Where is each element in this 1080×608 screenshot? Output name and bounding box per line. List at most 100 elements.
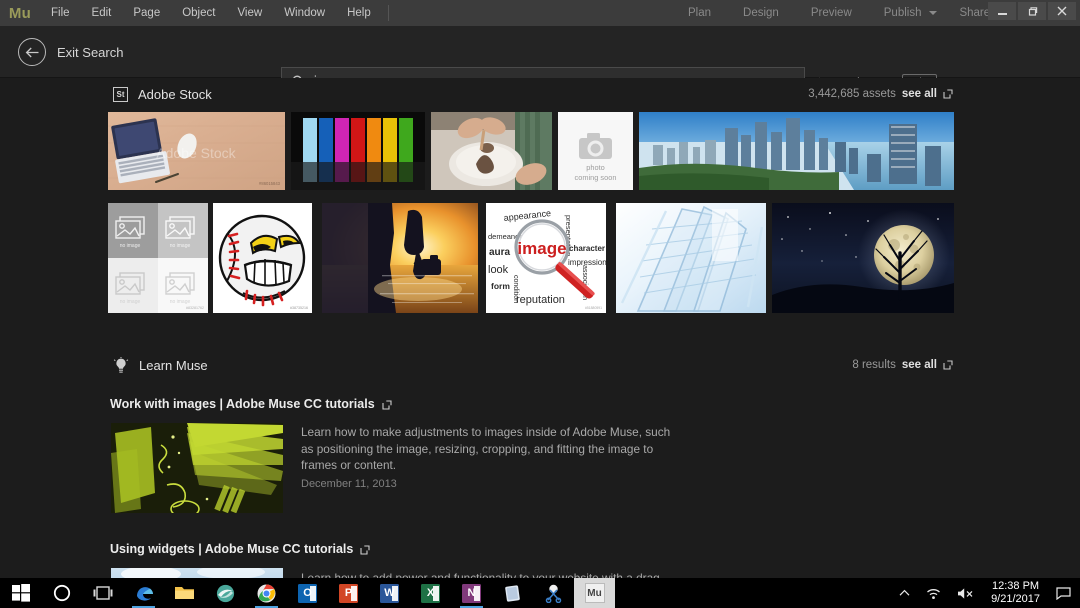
colorful-display-panels — [291, 112, 425, 190]
svg-text:reputation: reputation — [516, 294, 565, 306]
menu-item-object[interactable]: Object — [171, 0, 226, 26]
clock[interactable]: 12:38 PM 9/21/2017 — [983, 580, 1048, 606]
system-tray: 12:38 PM 9/21/2017 — [892, 578, 1080, 608]
stock-thumb-angry-baseball[interactable]: #38735216 — [213, 203, 312, 313]
edge-taskbar-icon[interactable] — [123, 578, 164, 608]
onenote-letter: N — [468, 587, 476, 599]
clock-time: 12:38 PM — [991, 580, 1040, 593]
exit-search-button[interactable]: Exit Search — [18, 38, 123, 66]
svg-text:condition: condition — [512, 275, 519, 303]
learn-muse-count: 8 results — [852, 359, 895, 371]
cortana-circle-icon — [53, 584, 71, 602]
svg-text:aura: aura — [489, 247, 511, 258]
action-center-button[interactable] — [1050, 578, 1076, 608]
miami-skyline-aerial — [639, 112, 954, 190]
chevron-down-icon[interactable] — [929, 11, 937, 15]
stock-thumb-moon-night[interactable] — [772, 203, 954, 313]
outlook-taskbar-icon[interactable]: O — [287, 578, 328, 608]
menu-bar: File Edit Page Object View Window Help — [40, 0, 395, 26]
mode-plan[interactable]: Plan — [672, 0, 727, 26]
mode-publish[interactable]: Publish — [868, 0, 938, 26]
stock-thumb-miami-skyline[interactable] — [639, 112, 954, 190]
photographer-silhouette-sunset — [322, 203, 478, 313]
learn-muse-see-all[interactable]: see all — [902, 359, 937, 371]
menu-item-help[interactable]: Help — [336, 0, 382, 26]
task-view-button[interactable] — [82, 578, 123, 608]
muse-tile: Mu — [585, 583, 605, 603]
back-arrow-icon — [18, 38, 46, 66]
olive-green-abstract-graphic — [111, 423, 283, 513]
mode-preview[interactable]: Preview — [795, 0, 868, 26]
learn-item-title-2[interactable]: Using widgets | Adobe Muse CC tutorials — [110, 542, 370, 556]
word-taskbar-icon[interactable]: W — [369, 578, 410, 608]
onenote-taskbar-icon[interactable]: N — [451, 578, 492, 608]
network-tray-icon[interactable] — [919, 578, 948, 608]
excel-tile: X — [421, 584, 440, 603]
menu-item-window[interactable]: Window — [273, 0, 336, 26]
show-hidden-icons-button[interactable] — [892, 578, 917, 608]
photo-coming-soon-line1: photo — [586, 163, 605, 172]
stock-thumb-laptop-desk[interactable]: Adobe Stock #86015843 — [108, 112, 285, 190]
scissors-icon — [544, 584, 563, 603]
excel-taskbar-icon[interactable]: X — [410, 578, 451, 608]
external-link-icon[interactable] — [943, 89, 953, 99]
stock-thumb-photographer-sunset[interactable] — [322, 203, 478, 313]
minimize-button[interactable] — [988, 2, 1016, 20]
learn-muse-section-header: Learn Muse 8 results see all — [113, 354, 953, 376]
photo-coming-soon-placeholder: photo coming soon — [558, 112, 633, 190]
search-results-panel[interactable]: St Adobe Stock 3,442,685 assets see all — [0, 78, 1080, 578]
svg-text:no image: no image — [120, 243, 141, 249]
file-explorer-taskbar-icon[interactable] — [164, 578, 205, 608]
lightbulb-icon — [113, 357, 129, 374]
abstract-blue-architecture — [616, 203, 766, 313]
external-link-icon[interactable] — [360, 544, 370, 554]
restore-button[interactable] — [1018, 2, 1046, 20]
windows-logo-icon — [12, 584, 30, 602]
notes-app-taskbar-icon[interactable] — [492, 578, 533, 608]
learn-item-title-1[interactable]: Work with images | Adobe Muse CC tutoria… — [110, 397, 392, 411]
stock-thumb-color-panels[interactable] — [291, 112, 425, 190]
adobe-stock-see-all[interactable]: see all — [902, 88, 937, 100]
action-center-icon — [1056, 587, 1071, 600]
stock-thumb-pottery[interactable] — [431, 112, 552, 190]
close-icon — [1057, 6, 1067, 16]
learn-item-thumb-2[interactable] — [111, 568, 283, 578]
stock-thumb-image-wordcloud[interactable]: appearance demeanor aura look form reput… — [486, 203, 606, 313]
sync-globe-icon — [216, 584, 235, 603]
external-link-icon[interactable] — [382, 399, 392, 409]
chrome-taskbar-icon[interactable] — [246, 578, 287, 608]
wordcloud-center-word: image — [517, 239, 566, 258]
volume-tray-icon[interactable] — [950, 578, 981, 608]
learn-item-description-1: Learn how to make adjustments to images … — [301, 424, 681, 474]
word-letter: W — [384, 587, 394, 599]
snipping-tool-taskbar-icon[interactable] — [533, 578, 574, 608]
menu-item-page[interactable]: Page — [122, 0, 171, 26]
edge-icon — [134, 583, 154, 603]
laptop-mouse-on-wood-desk: Adobe Stock #86015843 — [108, 112, 285, 190]
cortana-button[interactable] — [41, 578, 82, 608]
stock-thumb-blue-architecture[interactable] — [616, 203, 766, 313]
clock-date: 9/21/2017 — [991, 593, 1040, 606]
menu-item-edit[interactable]: Edit — [81, 0, 123, 26]
start-button[interactable] — [0, 578, 41, 608]
menu-item-file[interactable]: File — [40, 0, 81, 26]
close-button[interactable] — [1048, 2, 1076, 20]
external-link-icon[interactable] — [943, 360, 953, 370]
svg-text:no image: no image — [170, 299, 191, 305]
learn-item-date-1: December 11, 2013 — [301, 478, 397, 490]
mode-design[interactable]: Design — [727, 0, 795, 26]
sync-app-taskbar-icon[interactable] — [205, 578, 246, 608]
stock-thumb-no-image-collage[interactable]: no image no image no image no image #832… — [108, 203, 208, 313]
pottery-wheel-hands — [431, 112, 552, 190]
learn-item-thumb-1[interactable] — [111, 423, 283, 513]
outlook-letter: O — [303, 587, 312, 599]
stock-thumb-photo-coming-soon[interactable]: photo coming soon — [558, 112, 633, 190]
svg-text:look: look — [488, 264, 509, 276]
svg-text:#86015843: #86015843 — [259, 181, 281, 186]
menu-item-view[interactable]: View — [226, 0, 273, 26]
powerpoint-taskbar-icon[interactable]: P — [328, 578, 369, 608]
svg-text:no image: no image — [120, 299, 141, 305]
volume-muted-icon — [957, 587, 974, 600]
svg-text:no image: no image — [170, 243, 191, 249]
muse-taskbar-icon[interactable]: Mu — [574, 578, 615, 608]
